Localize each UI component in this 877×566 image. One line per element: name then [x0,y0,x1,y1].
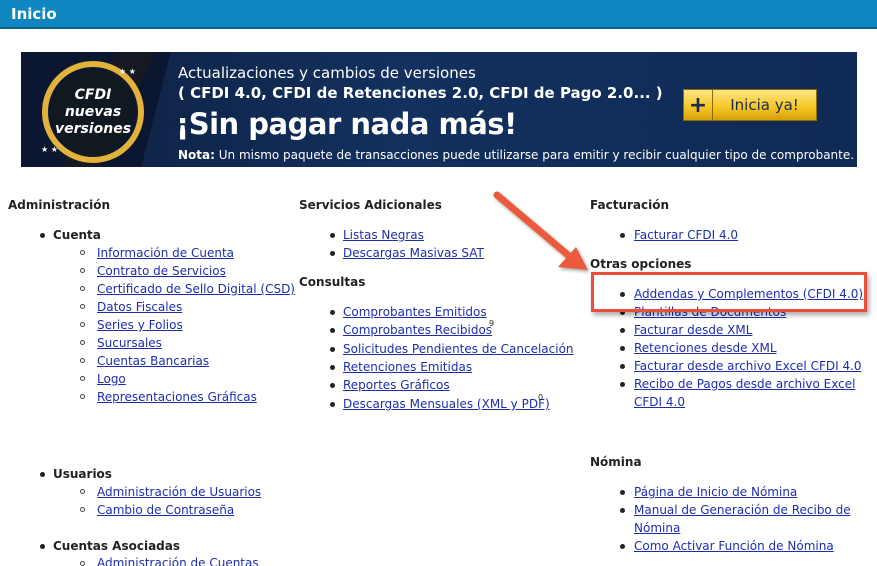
bullet-disc [40,544,45,549]
bullet-circle [80,507,85,512]
link-comprobantes-recibidos[interactable]: Comprobantes Recibidos [343,323,492,337]
bullet-disc [620,364,625,369]
section-otras-opciones: Otras opciones [590,257,692,271]
plus-icon: + [684,90,713,120]
link-manual-recibo-nomina-cont[interactable]: Nómina [634,521,680,535]
bullet-disc [330,233,335,238]
link-sucursales[interactable]: Sucursales [97,336,162,350]
descargas-count-badge: 0 [538,393,544,402]
link-retenciones-emitidas[interactable]: Retenciones Emitidas [343,360,472,374]
bullet-disc [330,328,335,333]
bullet-circle [80,340,85,345]
badge-line-2: nuevas [64,104,122,120]
bullet-disc [40,233,45,238]
link-descargas-mensuales[interactable]: Descargas Mensuales (XML y PDF) [343,397,550,411]
bullet-disc [330,251,335,256]
link-activar-nomina[interactable]: Como Activar Función de Nómina [634,539,834,553]
top-header-bar: Inicio [0,0,877,29]
bullet-circle [80,394,85,399]
bullet-circle [80,286,85,291]
banner-versions: ( CFDI 4.0, CFDI de Retenciones 2.0, CFD… [178,84,663,102]
bullet-circle [80,358,85,363]
badge-line-3: versiones [54,121,132,137]
bullet-disc [40,472,45,477]
link-comprobantes-emitidos[interactable]: Comprobantes Emitidos [343,305,487,319]
bullet-circle [80,376,85,381]
bullet-disc [620,382,625,387]
group-cuenta: Cuenta [53,228,101,242]
badge-line-1: CFDI [74,87,112,103]
link-facturar-cfdi-40[interactable]: Facturar CFDI 4.0 [634,228,738,242]
bullet-circle [80,268,85,273]
bullet-circle [80,489,85,494]
bullet-disc [330,365,335,370]
group-cuentas-asociadas: Cuentas Asociadas [53,539,181,553]
bullet-disc [620,490,625,495]
svg-text:★ ★: ★ ★ [119,67,136,76]
bullet-disc [330,347,335,352]
link-series-folios[interactable]: Series y Folios [97,318,183,332]
link-datos-fiscales[interactable]: Datos Fiscales [97,300,182,314]
link-cambio-contrasena[interactable]: Cambio de Contraseña [97,503,234,517]
bullet-disc [620,346,625,351]
banner-note: Nota: Un mismo paquete de transacciones … [178,148,854,162]
section-servicios-adicionales: Servicios Adicionales [299,198,442,212]
svg-text:★ ★: ★ ★ [41,145,58,154]
bullet-circle [80,304,85,309]
link-administracion-cuentas[interactable]: Administración de Cuentas [97,556,259,566]
link-listas-negras[interactable]: Listas Negras [343,228,424,242]
bullet-disc [330,383,335,388]
bullet-circle [80,322,85,327]
inicia-ya-button[interactable]: + Inicia ya! [683,89,817,121]
link-representaciones-graficas[interactable]: Representaciones Gráficas [97,390,257,404]
group-usuarios: Usuarios [53,467,112,481]
link-recibo-pagos-excel-cont[interactable]: CFDI 4.0 [634,395,685,409]
page-title: Inicio [11,5,57,23]
link-contrato-servicios[interactable]: Contrato de Servicios [97,264,226,278]
banner-note-text: Un mismo paquete de transacciones puede … [214,148,855,162]
link-manual-recibo-nomina[interactable]: Manual de Generación de Recibo de [634,503,851,517]
link-cuentas-bancarias[interactable]: Cuentas Bancarias [97,354,209,368]
bullet-circle [80,250,85,255]
link-administracion-usuarios[interactable]: Administración de Usuarios [97,485,261,499]
bullet-disc [620,328,625,333]
section-nomina: Nómina [590,455,642,469]
banner-note-label: Nota: [178,148,215,162]
highlight-box [591,272,867,312]
page: Inicio ★ ★ ★ ★ CFDI nuevas versiones Act… [0,0,877,566]
inicia-ya-label: Inicia ya! [730,96,799,114]
link-logo[interactable]: Logo [97,372,126,386]
link-inicio-nomina[interactable]: Página de Inicio de Nómina [634,485,797,499]
link-recibo-pagos-excel[interactable]: Recibo de Pagos desde archivo Excel [634,377,855,391]
bullet-circle [80,561,85,566]
banner-headline: ¡Sin pagar nada más! [176,107,517,141]
recibidos-count-badge: 9 [489,319,495,328]
bullet-disc [330,402,335,407]
bullet-disc [620,544,625,549]
link-certificado-csd[interactable]: Certificado de Sello Digital (CSD) [97,282,295,296]
link-reportes-graficos[interactable]: Reportes Gráficos [343,378,450,392]
annotation-arrow-icon [493,191,588,270]
link-solicitudes-cancelacion[interactable]: Solicitudes Pendientes de Cancelación [343,342,574,356]
banner-subtitle: Actualizaciones y cambios de versiones [178,64,476,82]
promo-banner[interactable]: ★ ★ ★ ★ CFDI nuevas versiones Actualizac… [21,52,857,167]
link-descargas-masivas-sat[interactable]: Descargas Masivas SAT [343,246,484,260]
section-administracion: Administración [8,198,111,212]
badge-text: CFDI nuevas versiones [43,87,143,138]
link-facturar-desde-xml[interactable]: Facturar desde XML [634,323,752,337]
section-consultas: Consultas [299,275,366,289]
bullet-disc [620,508,625,513]
link-facturar-excel[interactable]: Facturar desde archivo Excel CFDI 4.0 [634,359,862,373]
link-informacion-cuenta[interactable]: Información de Cuenta [97,246,234,260]
link-retenciones-desde-xml[interactable]: Retenciones desde XML [634,341,777,355]
section-facturacion: Facturación [590,198,670,212]
bullet-disc [330,310,335,315]
bullet-disc [620,233,625,238]
